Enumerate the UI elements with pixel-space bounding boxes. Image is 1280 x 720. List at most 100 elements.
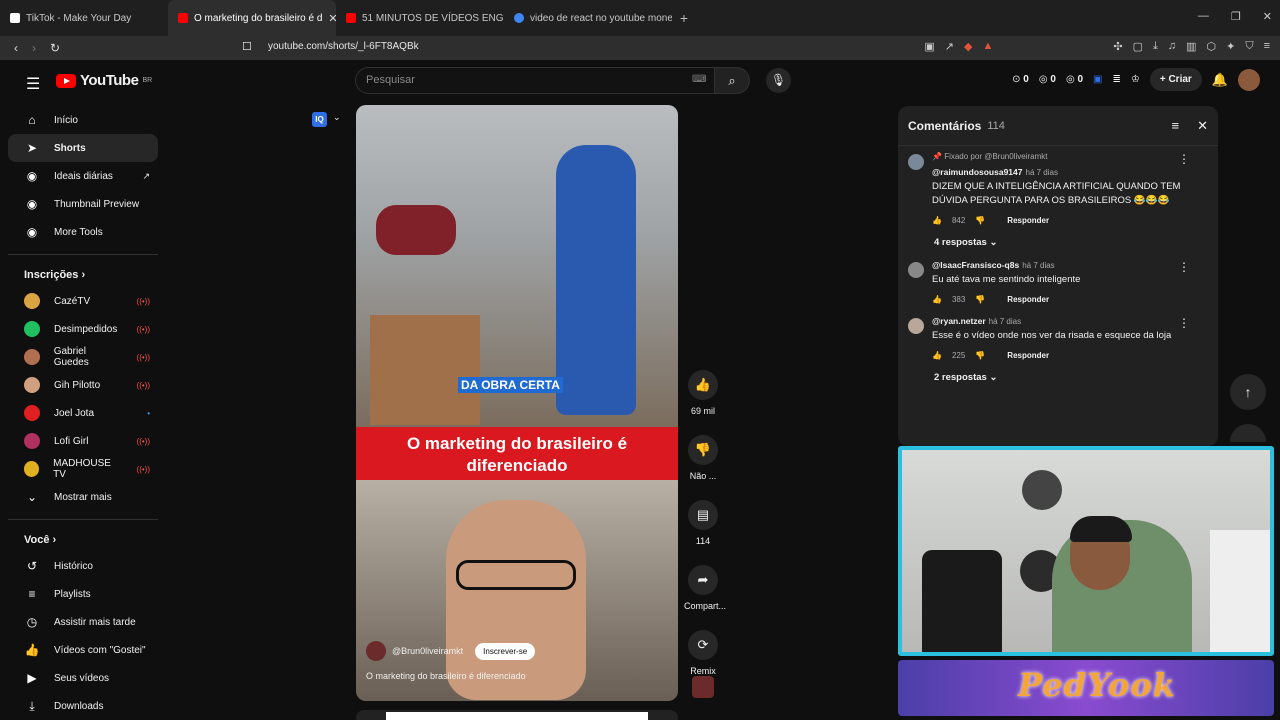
shield-icon[interactable]: ⛉ <box>1245 40 1253 53</box>
short-video-player[interactable]: DA OBRA CERTA O marketing do brasileiro … <box>356 105 678 701</box>
dislike-icon[interactable]: 👎 <box>975 295 985 304</box>
share-icon[interactable]: ↗ <box>945 40 954 53</box>
view-replies-button[interactable]: 4 respostas ⌄ <box>898 231 1218 254</box>
sound-thumbnail[interactable] <box>692 676 714 698</box>
minimize-icon[interactable]: — <box>1198 10 1209 23</box>
search-button[interactable]: ⌕ <box>714 67 750 94</box>
sidebar-sub-gih-pilotto[interactable]: Gih Pilotto ((•)) <box>8 371 158 399</box>
restore-icon[interactable]: ❐ <box>1231 10 1241 23</box>
comments-action[interactable]: ▤ 114 <box>684 500 722 546</box>
wallet-icon[interactable]: ▢ <box>1133 40 1143 53</box>
keyboard-icon[interactable]: ⌨ <box>692 74 706 85</box>
channel-name[interactable]: @Brun0liveiramkt <box>392 646 463 656</box>
voce-heading[interactable]: Você › <box>8 520 158 552</box>
sidebar-item-shorts[interactable]: ➤ Shorts <box>8 134 158 162</box>
back-icon[interactable]: ‹ <box>14 41 18 55</box>
remix-action[interactable]: ⟳ Remix <box>684 630 722 676</box>
like-icon[interactable]: 👍 <box>932 351 942 360</box>
extension-icon[interactable]: ▣ <box>924 40 934 53</box>
close-window-icon[interactable]: ✕ <box>1263 10 1272 23</box>
bookmark-icon[interactable]: ☐ <box>242 40 252 53</box>
close-icon[interactable]: ✕ <box>1197 118 1208 134</box>
sidebar-sub-desimpedidos[interactable]: Desimpedidos ((•)) <box>8 315 158 343</box>
sidebar-item-historico[interactable]: ↺ Histórico <box>8 552 158 580</box>
list-extension-icon[interactable]: ≣ <box>1112 74 1120 85</box>
like-action[interactable]: 👍 69 mil <box>684 370 722 416</box>
like-icon[interactable]: 👍 <box>932 295 942 304</box>
like-icon[interactable]: 👍 <box>932 216 942 225</box>
comment-author[interactable]: @ryan.netzer <box>932 316 986 326</box>
alert-icon[interactable]: ▲ <box>982 40 993 53</box>
hamburger-menu-icon[interactable]: ☰ <box>26 74 40 94</box>
youtube-logo[interactable]: YouTube BR <box>56 72 152 89</box>
sidebar-sub-joel-jota[interactable]: Joel Jota • <box>8 399 158 427</box>
more-options-icon[interactable]: ⋮ <box>1178 152 1190 166</box>
sidebar-item-watch-later[interactable]: ◷ Assistir mais tarde <box>8 608 158 636</box>
forward-icon[interactable]: › <box>32 41 36 55</box>
next-short-button[interactable] <box>1230 424 1266 442</box>
more-options-icon[interactable]: ⋮ <box>1178 260 1190 274</box>
sort-icon[interactable]: ≡ <box>1172 118 1180 134</box>
tab-tiktok[interactable]: TikTok - Make Your Day <box>0 0 168 36</box>
tab-videos[interactable]: 51 MINUTOS DE VÍDEOS ENGRAÇADOS <box>336 0 504 36</box>
url-field[interactable]: youtube.com/shorts/_l-6FT8AQBk <box>268 41 419 52</box>
avatar[interactable] <box>1238 68 1260 91</box>
reply-button[interactable]: Responder <box>1007 295 1049 304</box>
view-replies-button[interactable]: 2 respostas ⌄ <box>898 366 1218 389</box>
voice-search-button[interactable]: 🎙 <box>766 68 791 93</box>
tab-google[interactable]: video de react no youtube monetiza <box>504 0 672 36</box>
close-tab-icon[interactable]: ✕ <box>328 12 336 25</box>
sidebar-sub-madhouse-tv[interactable]: MADHOUSE TV ((•)) <box>8 455 158 483</box>
tab-youtube-shorts[interactable]: O marketing do brasileiro é d ✕ <box>168 0 336 36</box>
iq-extension-icon[interactable]: ▣ <box>1093 74 1102 85</box>
dislike-action[interactable]: 👎 Não ... <box>684 435 722 481</box>
like-icon[interactable]: 👍 <box>688 370 718 400</box>
dislike-icon[interactable]: 👎 <box>688 435 718 465</box>
sidebar-item-ideais[interactable]: ◉ Ideais diárias ↗ <box>8 162 158 190</box>
sidebar-sub-lofi-girl[interactable]: Lofi Girl ((•)) <box>8 427 158 455</box>
notifications-bell-icon[interactable]: 🔔 <box>1212 72 1228 88</box>
create-button[interactable]: + Criar <box>1149 68 1202 91</box>
comment-author[interactable]: @raimundosousa9147 <box>932 167 1023 177</box>
remix-icon[interactable]: ⟳ <box>688 630 718 660</box>
iq-extension-button[interactable]: IQ ⌄ <box>312 112 341 127</box>
menu-icon[interactable]: ≡ <box>1264 40 1270 53</box>
comment-icon[interactable]: ▤ <box>688 500 718 530</box>
channel-avatar[interactable] <box>366 641 386 661</box>
sidebar-item-your-videos[interactable]: ▶ Seus vídeos <box>8 664 158 692</box>
sidebar-sub-cazetv[interactable]: CazéTV ((•)) <box>8 287 158 315</box>
sidebar-item-downloads[interactable]: ⤓ Downloads <box>8 692 158 720</box>
leo-icon[interactable]: ✦ <box>1226 40 1235 53</box>
sidebar-item-more-tools[interactable]: ◉ More Tools <box>8 218 158 246</box>
reload-icon[interactable]: ↻ <box>50 41 60 55</box>
music-icon[interactable]: ♫ <box>1168 40 1176 53</box>
brave-shield-icon[interactable]: ◆ <box>964 40 972 53</box>
more-options-icon[interactable]: ⋮ <box>1178 316 1190 330</box>
next-video-preview[interactable] <box>356 710 678 720</box>
puzzle-icon[interactable]: ✣ <box>1113 40 1122 53</box>
trophy-icon[interactable]: ♔ <box>1131 74 1140 85</box>
reply-button[interactable]: Responder <box>1007 216 1049 225</box>
share-icon[interactable]: ➦ <box>688 565 718 595</box>
sidebar-item-thumbnail-preview[interactable]: ◉ Thumbnail Preview <box>8 190 158 218</box>
dislike-icon[interactable]: 👎 <box>975 216 985 225</box>
sidebar-item-inicio[interactable]: ⌂ Início <box>8 106 158 134</box>
search-input[interactable]: Pesquisar <box>355 67 715 94</box>
comment-author[interactable]: @IsaacFransisco-q8s <box>932 260 1019 270</box>
sidebar-item-playlists[interactable]: ≡ Playlists <box>8 580 158 608</box>
sidebar-sub-gabriel-guedes[interactable]: Gabriel Guedes ((•)) <box>8 343 158 371</box>
subscribe-button[interactable]: Inscrever-se <box>475 642 536 660</box>
download-icon[interactable]: ⤓ <box>1153 40 1158 53</box>
subscriptions-heading[interactable]: Inscrições › <box>8 255 158 287</box>
previous-short-button[interactable]: ↑ <box>1230 374 1266 410</box>
sidebar-icon[interactable]: ▥ <box>1186 40 1196 53</box>
avatar[interactable] <box>908 154 924 170</box>
show-more-button[interactable]: ⌄ Mostrar mais <box>8 483 158 511</box>
vpn-icon[interactable]: ⬡ <box>1207 40 1217 53</box>
avatar[interactable] <box>908 318 924 334</box>
reply-button[interactable]: Responder <box>1007 351 1049 360</box>
sidebar-item-liked[interactable]: 👍 Vídeos com "Gostei" <box>8 636 158 664</box>
share-action[interactable]: ➦ Compart... <box>684 565 726 611</box>
avatar[interactable] <box>908 262 924 278</box>
new-tab-button[interactable]: + <box>672 10 696 26</box>
